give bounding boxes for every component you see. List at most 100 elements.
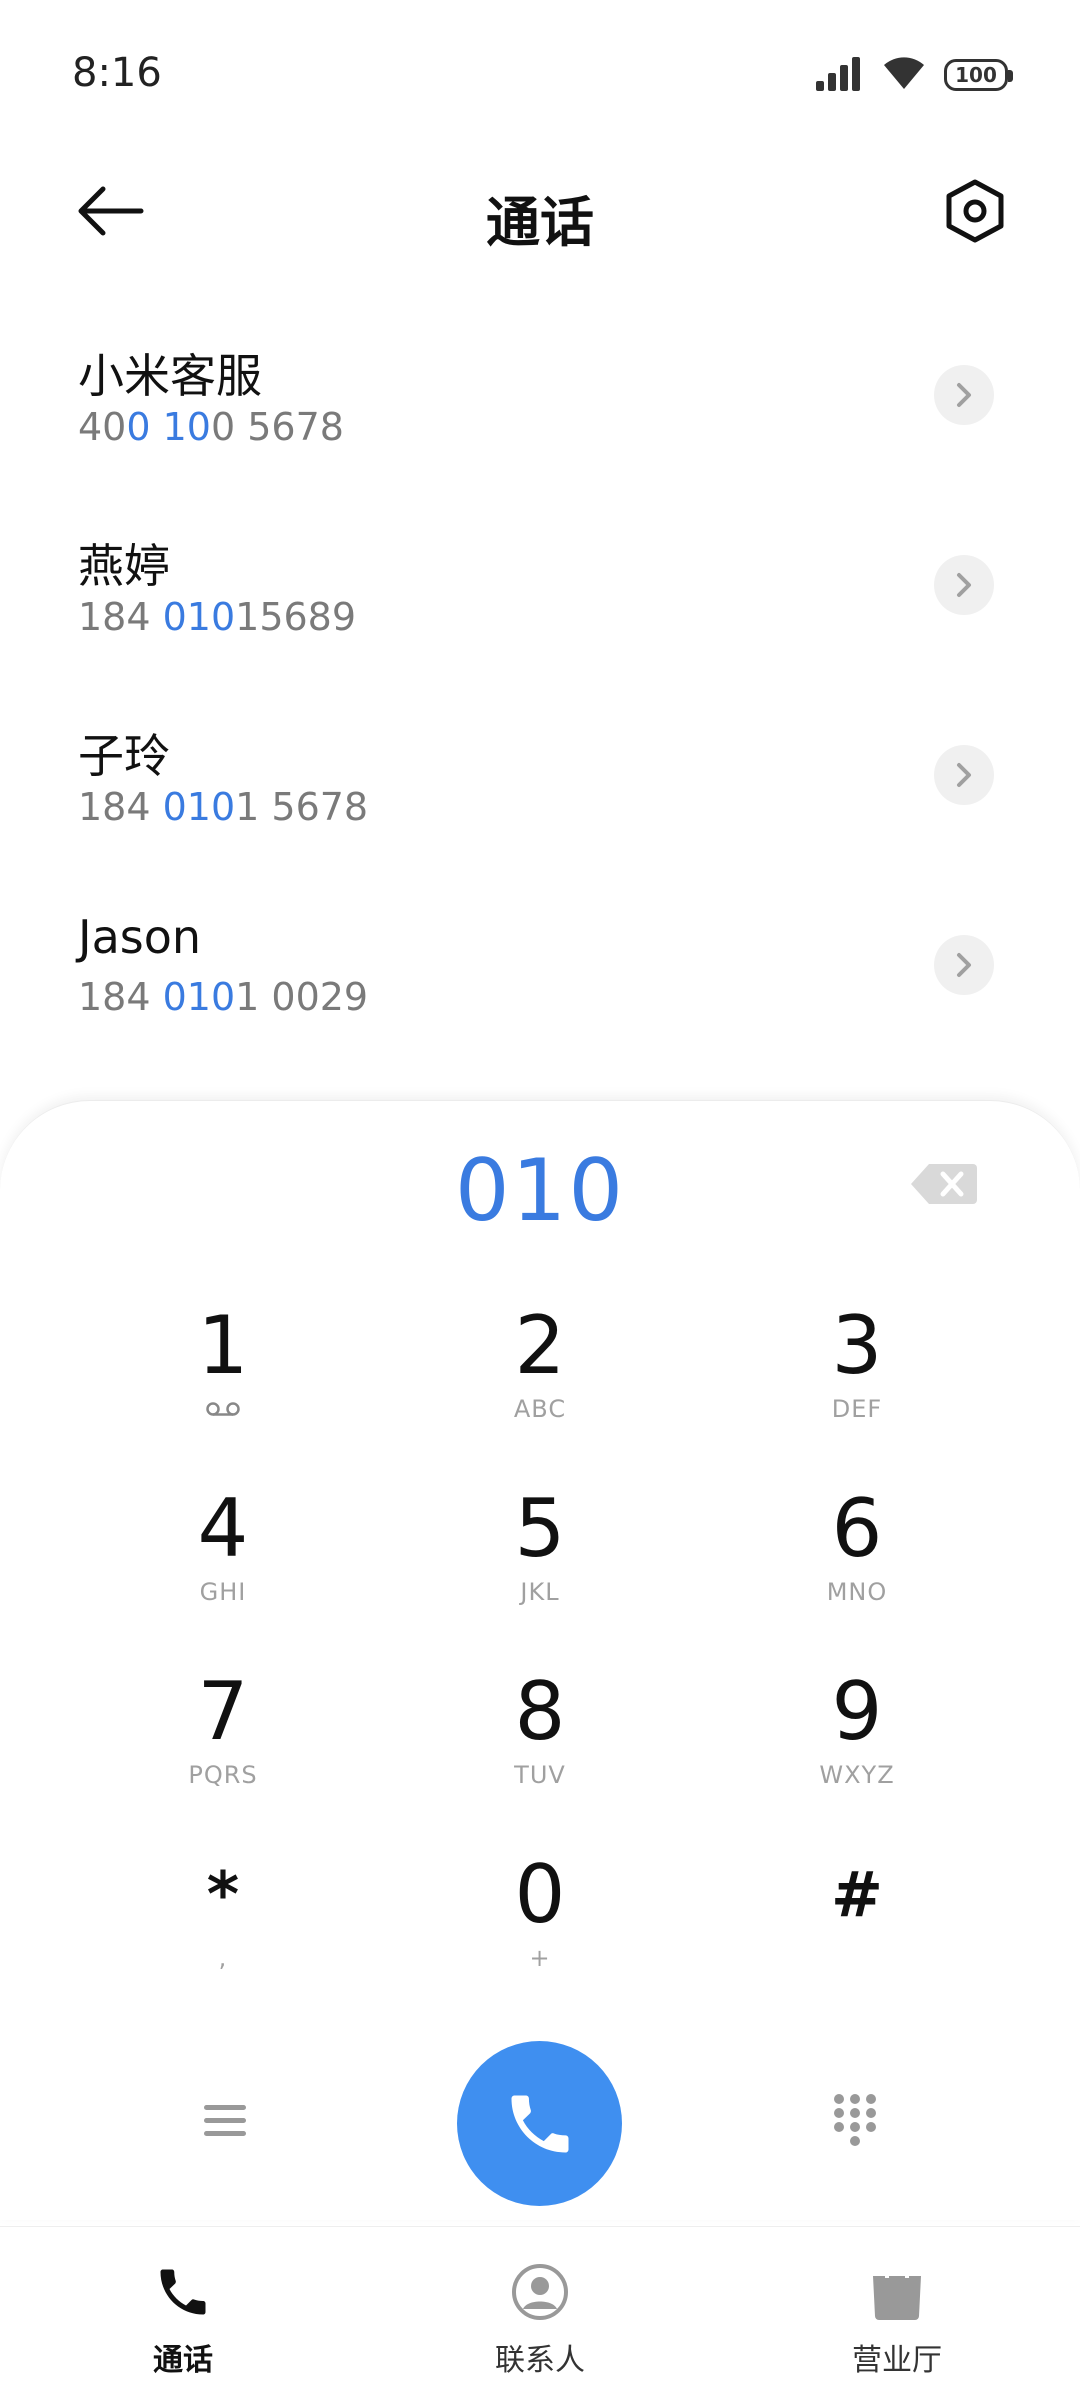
key-letters: DEF	[831, 1395, 883, 1423]
number-segment: 15689	[235, 595, 357, 639]
contact-number: 184 0101 5678	[78, 785, 368, 829]
number-match-highlight: 010	[162, 785, 236, 829]
keypad-toggle-button[interactable]	[820, 2081, 890, 2161]
settings-button[interactable]	[940, 176, 1010, 246]
bottom-nav: 通话 联系人 营业厅	[0, 2226, 1080, 2402]
key-digit: 3	[831, 1299, 883, 1392]
key-letters: ,	[218, 1944, 228, 1972]
phone-icon	[83, 2257, 283, 2327]
key-letters: TUV	[514, 1761, 566, 1789]
contact-result-item[interactable]: 燕婷 184 01015689	[0, 490, 1080, 680]
contact-number: 184 0101 0029	[78, 975, 368, 1019]
search-results-list: 小米客服 400 100 5678 燕婷 184 01015689 子玲 184 0101…	[0, 300, 1080, 1060]
chevron-right-icon	[957, 573, 971, 597]
signal-icon	[814, 55, 864, 95]
delete-button[interactable]	[908, 1159, 980, 1209]
key-digit: *	[206, 1858, 240, 1931]
key-hash[interactable]: #	[747, 1850, 967, 2010]
contact-detail-button[interactable]	[934, 935, 994, 995]
contact-result-item[interactable]: Jason 184 0101 0029	[0, 870, 1080, 1060]
key-digit: 4	[197, 1482, 249, 1575]
nav-label: 联系人	[495, 2343, 585, 2378]
nav-tab-phone[interactable]: 通话	[83, 2257, 283, 2379]
call-button[interactable]	[457, 2041, 622, 2206]
status-bar: 8:16 100	[0, 0, 1080, 150]
number-segment: 184	[78, 975, 163, 1019]
nav-tab-contact[interactable]: 联系人	[440, 2257, 640, 2379]
key-letters: PQRS	[188, 1761, 258, 1789]
nav-tab-shopping-bag[interactable]: 营业厅	[797, 2257, 997, 2379]
dialpad-icon	[834, 2094, 876, 2146]
top-bar: 通话	[0, 150, 1080, 270]
key-2[interactable]: 2 ABC	[430, 1301, 650, 1461]
contact-result-item[interactable]: 子玲 184 0101 5678	[0, 680, 1080, 870]
key-digit: 9	[831, 1665, 883, 1758]
key-letters: JKL	[520, 1578, 560, 1606]
key-digit: 5	[514, 1482, 566, 1575]
key-1[interactable]: 1	[113, 1301, 333, 1461]
key-letters: +	[529, 1944, 551, 1972]
contact-detail-button[interactable]	[934, 365, 994, 425]
number-segment: 40	[78, 405, 127, 449]
number-segment: 0 5678	[210, 405, 344, 449]
contact-detail-button[interactable]	[934, 745, 994, 805]
contact-name: Jason	[78, 910, 202, 964]
voicemail-icon	[113, 1395, 333, 1425]
battery-icon: 100	[944, 59, 1013, 91]
chevron-right-icon	[957, 763, 971, 787]
contact-icon	[440, 2257, 640, 2327]
key-7[interactable]: 7 PQRS	[113, 1667, 333, 1827]
status-time: 8:16	[72, 50, 162, 96]
shopping-bag-icon	[797, 2257, 997, 2327]
key-digit: 2	[514, 1299, 566, 1392]
page-title: 通话	[486, 191, 594, 254]
key-digit: 6	[831, 1482, 883, 1575]
key-0[interactable]: 0 +	[430, 1850, 650, 2010]
number-segment: 184	[78, 595, 163, 639]
key-3[interactable]: 3 DEF	[747, 1301, 967, 1461]
number-segment: 1 5678	[235, 785, 369, 829]
contact-number: 184 01015689	[78, 595, 356, 639]
gear-icon	[946, 179, 1004, 243]
contact-number: 400 100 5678	[78, 405, 344, 449]
nav-label: 营业厅	[852, 2343, 942, 2378]
number-segment: 1 0029	[235, 975, 369, 1019]
number-segment: 184	[78, 785, 163, 829]
status-icons: 100	[814, 55, 1013, 95]
key-digit: 8	[514, 1665, 566, 1758]
key-letters	[747, 1944, 967, 1974]
contact-name: 子玲	[78, 729, 170, 783]
menu-button[interactable]	[190, 2086, 260, 2156]
key-6[interactable]: 6 MNO	[747, 1484, 967, 1644]
key-letters: MNO	[826, 1578, 888, 1606]
menu-icon	[204, 2105, 246, 2136]
contact-result-item[interactable]: 小米客服 400 100 5678	[0, 300, 1080, 490]
number-match-highlight: 010	[162, 595, 236, 639]
key-8[interactable]: 8 TUV	[430, 1667, 650, 1827]
key-5[interactable]: 5 JKL	[430, 1484, 650, 1644]
key-letters: ABC	[513, 1395, 567, 1423]
contact-name: 小米客服	[78, 349, 262, 403]
battery-level: 100	[955, 63, 997, 87]
key-digit: 0	[514, 1848, 566, 1941]
chevron-right-icon	[957, 383, 971, 407]
key-letters: GHI	[199, 1578, 247, 1606]
dial-actions	[0, 2031, 1080, 2211]
contact-name: 燕婷	[78, 539, 170, 593]
backspace-icon	[911, 1164, 977, 1204]
key-digit: 1	[197, 1299, 249, 1392]
number-match-highlight: 0 10	[126, 405, 211, 449]
key-star[interactable]: *,	[113, 1850, 333, 2010]
wifi-icon	[882, 55, 926, 95]
nav-label: 通话	[153, 2343, 213, 2378]
key-4[interactable]: 4 GHI	[113, 1484, 333, 1644]
dialer-panel: 010 1 2 ABC 3 DEF 4 GHI 5 JKL 6 MNO 7 PQRS 8 TUV 9 WXYZ *…	[0, 1100, 1080, 2220]
key-letters: WXYZ	[819, 1761, 895, 1789]
key-9[interactable]: 9 WXYZ	[747, 1667, 967, 1827]
number-match-highlight: 010	[162, 975, 236, 1019]
key-digit: 7	[197, 1665, 249, 1758]
contact-detail-button[interactable]	[934, 555, 994, 615]
key-digit: #	[831, 1858, 883, 1931]
phone-icon	[511, 2095, 568, 2152]
chevron-right-icon	[957, 953, 971, 977]
